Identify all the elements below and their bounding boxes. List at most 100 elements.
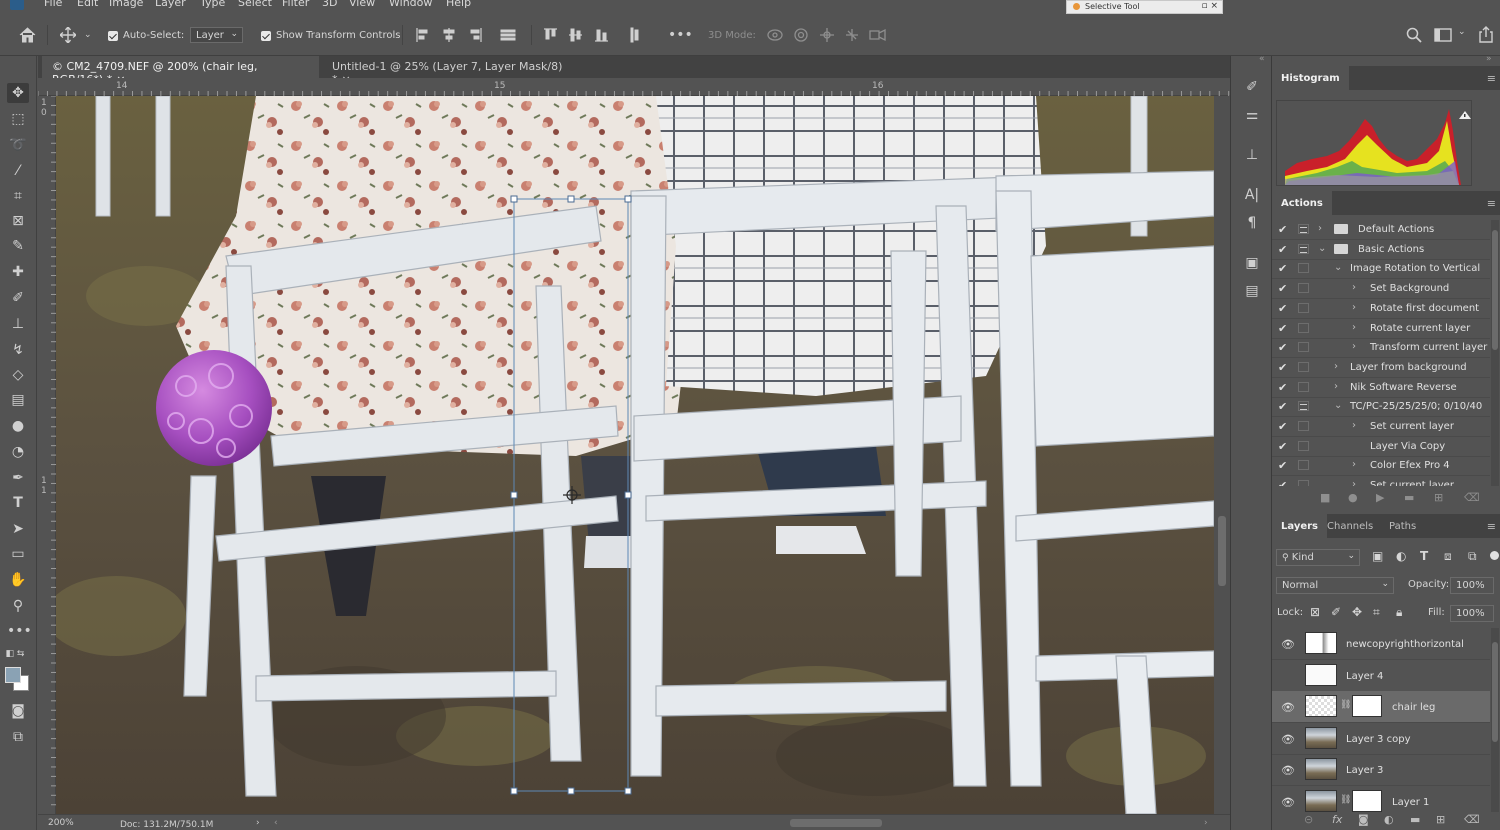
check-icon[interactable]: ✔ [1278, 381, 1287, 394]
type-filter-icon[interactable]: T [1420, 549, 1428, 563]
chevron-right-icon[interactable]: › [1352, 322, 1356, 333]
chevron-right-icon[interactable]: › [1334, 361, 1338, 372]
panel-menu-icon[interactable]: ≡ [1487, 197, 1496, 210]
menu-3d[interactable]: 3D [322, 0, 337, 9]
layer-row[interactable]: 👁︎ ⛓︎ Layer 1 [1272, 786, 1490, 813]
paragraph-icon[interactable]: ¶ [1241, 213, 1263, 233]
layer-mask-thumbnail[interactable] [1352, 789, 1382, 812]
more-tools-icon[interactable]: ••• [7, 621, 32, 641]
visibility-eye-icon[interactable]: 👁︎ [1281, 701, 1295, 714]
panel-window-controls[interactable]: ▫ × [1201, 1, 1218, 11]
menu-type[interactable]: Type [200, 0, 225, 9]
zoom-tool-icon[interactable]: ⚲ [7, 596, 29, 616]
check-icon[interactable]: ✔ [1278, 243, 1287, 256]
mask-link-icon[interactable]: ⛓︎ [1340, 700, 1351, 710]
new-action-icon[interactable]: ⊞ [1434, 491, 1443, 504]
trash-icon[interactable]: ⌫ [1464, 813, 1480, 826]
eraser-tool-icon[interactable]: ◇ [7, 365, 29, 385]
layer-row[interactable]: 👁︎ Layer 3 copy [1272, 723, 1490, 755]
tab-channels[interactable]: Channels [1318, 514, 1382, 538]
menu-file[interactable]: File [44, 0, 62, 9]
pen-tool-icon[interactable]: ✒ [7, 468, 29, 488]
dialog-toggle-icon[interactable] [1298, 263, 1309, 274]
clone-stamp-icon[interactable]: ⊥ [7, 314, 29, 334]
link-layers-icon[interactable]: ⊝ [1304, 813, 1313, 826]
dialog-toggle-icon[interactable] [1298, 381, 1309, 392]
check-icon[interactable]: ✔ [1278, 302, 1287, 315]
scrollbar-thumb[interactable] [1492, 642, 1498, 742]
shape-filter-icon[interactable]: ⧈ [1444, 549, 1452, 564]
dodge-tool-icon[interactable]: ◔ [7, 442, 29, 462]
menu-help[interactable]: Help [446, 0, 471, 9]
vertical-scrollbar[interactable] [1214, 96, 1230, 814]
record-icon[interactable]: ● [1348, 491, 1358, 504]
panel-menu-icon[interactable]: ≡ [1487, 72, 1496, 85]
screen-mode-icon[interactable]: ⧉ [7, 727, 29, 747]
fx-icon[interactable]: fx [1332, 813, 1342, 826]
mask-link-icon[interactable]: ⛓︎ [1340, 795, 1351, 805]
pixel-filter-icon[interactable]: ▣ [1372, 549, 1383, 563]
check-icon[interactable]: ✔ [1278, 341, 1287, 354]
chevron-down-icon[interactable]: ⌄ [1334, 262, 1342, 273]
menu-filter[interactable]: Filter [282, 0, 309, 9]
menu-layer[interactable]: Layer [155, 0, 186, 9]
workspace-icon[interactable] [1434, 27, 1452, 43]
visibility-eye-icon[interactable]: 👁︎ [1281, 796, 1295, 809]
chevron-right-icon[interactable]: › [1352, 341, 1356, 352]
dialog-toggle-icon[interactable] [1298, 283, 1309, 294]
check-icon[interactable]: ✔ [1278, 223, 1287, 236]
scrollbar-thumb[interactable] [1218, 516, 1226, 586]
smart-object-filter-icon[interactable]: ⧉ [1468, 549, 1477, 564]
check-icon[interactable]: ✔ [1278, 400, 1287, 413]
align-buttons[interactable] [415, 27, 525, 43]
dialog-toggle-icon[interactable] [1298, 440, 1309, 451]
type-tool-icon[interactable]: T [7, 493, 29, 513]
menu-select[interactable]: Select [238, 0, 272, 9]
lock-position-icon[interactable]: ✥ [1352, 605, 1362, 619]
move-tool-icon[interactable] [60, 27, 76, 43]
action-row[interactable]: ✔ Layer Via Copy [1272, 437, 1490, 457]
dialog-toggle-icon[interactable] [1298, 224, 1309, 234]
layer-row[interactable]: 👁︎ newcopyrighthorizontal [1272, 628, 1490, 660]
filter-toggle-icon[interactable] [1490, 551, 1499, 560]
distribute-buttons[interactable] [543, 27, 643, 43]
tab-actions[interactable]: Actions [1272, 191, 1332, 215]
chevron-down-icon[interactable]: ⌄ [84, 31, 92, 40]
stop-icon[interactable]: ■ [1320, 491, 1330, 504]
gradient-tool-icon[interactable]: ▤ [7, 390, 29, 410]
dialog-toggle-icon[interactable] [1298, 302, 1309, 313]
chevron-right-icon[interactable]: › [1334, 381, 1338, 392]
lasso-tool-icon[interactable]: ➰ [7, 135, 29, 155]
menu-window[interactable]: Window [389, 0, 432, 9]
action-row[interactable]: ✔ › Set current layer [1272, 417, 1490, 437]
marquee-tool-icon[interactable]: ⬚ [7, 109, 29, 129]
check-icon[interactable]: ✔ [1278, 262, 1287, 275]
lock-image-icon[interactable]: ✐ [1331, 605, 1341, 619]
auto-select-checkbox[interactable] [108, 31, 118, 41]
hand-tool-icon[interactable]: ✋ [7, 570, 29, 590]
magic-wand-tool-icon[interactable]: ⁄ [7, 161, 29, 181]
healing-brush-icon[interactable]: ✚ [7, 262, 29, 282]
play-icon[interactable]: ▶ [1376, 491, 1384, 504]
action-row[interactable]: ✔ › Layer from background [1272, 358, 1490, 378]
scroll-right-icon[interactable]: › [1204, 818, 1208, 828]
visibility-eye-icon[interactable]: 👁︎ [1281, 733, 1295, 746]
chevron-right-icon[interactable]: › [1352, 282, 1356, 293]
chevron-right-icon[interactable]: › [1352, 420, 1356, 431]
brush-settings-icon[interactable]: ✐ [1241, 77, 1263, 97]
more-options-icon[interactable]: ••• [668, 28, 693, 42]
fill-input[interactable]: 100% [1450, 605, 1494, 622]
dialog-toggle-icon[interactable] [1298, 322, 1309, 333]
add-mask-icon[interactable]: ◙ [1358, 813, 1369, 826]
layer-row[interactable]: 👁︎ Layer 3 [1272, 754, 1490, 786]
action-row[interactable]: ✔ › Color Efex Pro 4 [1272, 456, 1490, 477]
clone-source-icon[interactable]: ⊥ [1241, 145, 1263, 165]
search-icon[interactable] [1406, 27, 1422, 43]
action-row[interactable]: ✔ › Transform current layer [1272, 338, 1490, 359]
menu-view[interactable]: View [349, 0, 375, 9]
layer-row[interactable]: 👁︎ ⛓︎ chair leg [1272, 691, 1490, 723]
home-icon[interactable] [19, 27, 36, 43]
action-row[interactable]: ✔ ⌄ Basic Actions [1272, 240, 1490, 260]
chevron-right-icon[interactable]: › [1352, 302, 1356, 313]
auto-select-target-dropdown[interactable]: Layer ⌄ [190, 27, 243, 43]
